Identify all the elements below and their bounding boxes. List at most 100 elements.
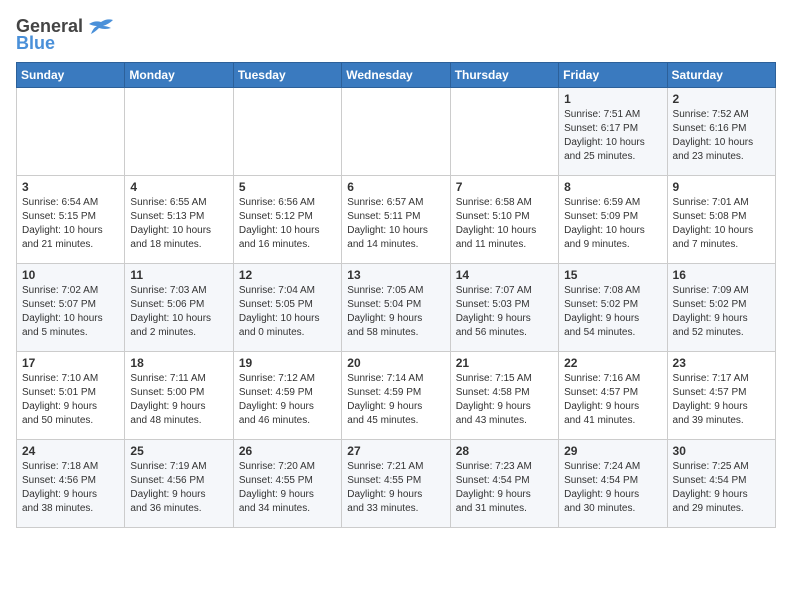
weekday-header: Wednesday bbox=[342, 63, 450, 88]
day-info: Sunrise: 7:05 AM Sunset: 5:04 PM Dayligh… bbox=[347, 284, 444, 340]
day-info: Sunrise: 7:24 AM Sunset: 4:54 PM Dayligh… bbox=[564, 460, 661, 516]
day-info: Sunrise: 7:07 AM Sunset: 5:03 PM Dayligh… bbox=[456, 284, 553, 340]
day-number: 4 bbox=[130, 180, 227, 194]
day-number: 19 bbox=[239, 356, 336, 370]
weekday-header: Monday bbox=[125, 63, 233, 88]
calendar-cell: 28 Sunrise: 7:23 AM Sunset: 4:54 PM Dayli… bbox=[450, 440, 558, 528]
calendar-cell: 24 Sunrise: 7:18 AM Sunset: 4:56 PM Dayli… bbox=[17, 440, 125, 528]
calendar-cell bbox=[342, 88, 450, 176]
day-number: 7 bbox=[456, 180, 553, 194]
calendar-cell: 23 Sunrise: 7:17 AM Sunset: 4:57 PM Dayli… bbox=[667, 352, 775, 440]
day-number: 16 bbox=[673, 268, 770, 282]
calendar-cell: 12 Sunrise: 7:04 AM Sunset: 5:05 PM Dayli… bbox=[233, 264, 341, 352]
calendar-cell: 13Sunrise: 7:05 AM Sunset: 5:04 PM Dayli… bbox=[342, 264, 450, 352]
day-number: 21 bbox=[456, 356, 553, 370]
day-number: 30 bbox=[673, 444, 770, 458]
day-info: Sunrise: 7:14 AM Sunset: 4:59 PM Dayligh… bbox=[347, 372, 444, 428]
calendar-cell: 17 Sunrise: 7:10 AM Sunset: 5:01 PM Dayli… bbox=[17, 352, 125, 440]
day-info: Sunrise: 7:09 AM Sunset: 5:02 PM Dayligh… bbox=[673, 284, 770, 340]
day-info: Sunrise: 7:08 AM Sunset: 5:02 PM Dayligh… bbox=[564, 284, 661, 340]
day-number: 29 bbox=[564, 444, 661, 458]
day-number: 10 bbox=[22, 268, 119, 282]
calendar-body: 1 Sunrise: 7:51 AM Sunset: 6:17 PM Daylig… bbox=[17, 88, 776, 528]
calendar-cell bbox=[450, 88, 558, 176]
day-number: 9 bbox=[673, 180, 770, 194]
calendar-cell: 26Sunrise: 7:20 AM Sunset: 4:55 PM Dayli… bbox=[233, 440, 341, 528]
day-number: 20 bbox=[347, 356, 444, 370]
day-info: Sunrise: 7:52 AM Sunset: 6:16 PM Dayligh… bbox=[673, 108, 770, 164]
day-info: Sunrise: 7:10 AM Sunset: 5:01 PM Dayligh… bbox=[22, 372, 119, 428]
calendar-header: SundayMondayTuesdayWednesdayThursdayFrid… bbox=[17, 63, 776, 88]
day-info: Sunrise: 7:04 AM Sunset: 5:05 PM Dayligh… bbox=[239, 284, 336, 340]
calendar-cell: 9 Sunrise: 7:01 AM Sunset: 5:08 PM Daylig… bbox=[667, 176, 775, 264]
header-row: SundayMondayTuesdayWednesdayThursdayFrid… bbox=[17, 63, 776, 88]
day-number: 27 bbox=[347, 444, 444, 458]
day-info: Sunrise: 7:02 AM Sunset: 5:07 PM Dayligh… bbox=[22, 284, 119, 340]
day-info: Sunrise: 6:55 AM Sunset: 5:13 PM Dayligh… bbox=[130, 196, 227, 252]
day-number: 17 bbox=[22, 356, 119, 370]
day-info: Sunrise: 7:16 AM Sunset: 4:57 PM Dayligh… bbox=[564, 372, 661, 428]
day-number: 15 bbox=[564, 268, 661, 282]
calendar-week-row: 3 Sunrise: 6:54 AM Sunset: 5:15 PM Daylig… bbox=[17, 176, 776, 264]
calendar-cell: 20 Sunrise: 7:14 AM Sunset: 4:59 PM Dayli… bbox=[342, 352, 450, 440]
calendar-cell: 4 Sunrise: 6:55 AM Sunset: 5:13 PM Daylig… bbox=[125, 176, 233, 264]
calendar-cell: 8 Sunrise: 6:59 AM Sunset: 5:09 PM Daylig… bbox=[559, 176, 667, 264]
day-info: Sunrise: 6:54 AM Sunset: 5:15 PM Dayligh… bbox=[22, 196, 119, 252]
calendar-cell: 29 Sunrise: 7:24 AM Sunset: 4:54 PM Dayli… bbox=[559, 440, 667, 528]
day-number: 18 bbox=[130, 356, 227, 370]
weekday-header: Saturday bbox=[667, 63, 775, 88]
day-info: Sunrise: 7:51 AM Sunset: 6:17 PM Dayligh… bbox=[564, 108, 661, 164]
day-info: Sunrise: 7:15 AM Sunset: 4:58 PM Dayligh… bbox=[456, 372, 553, 428]
calendar-cell: 18Sunrise: 7:11 AM Sunset: 5:00 PM Dayli… bbox=[125, 352, 233, 440]
calendar-cell: 11Sunrise: 7:03 AM Sunset: 5:06 PM Dayli… bbox=[125, 264, 233, 352]
day-info: Sunrise: 7:03 AM Sunset: 5:06 PM Dayligh… bbox=[130, 284, 227, 340]
calendar-cell: 5Sunrise: 6:56 AM Sunset: 5:12 PM Daylig… bbox=[233, 176, 341, 264]
calendar-cell: 2 Sunrise: 7:52 AM Sunset: 6:16 PM Daylig… bbox=[667, 88, 775, 176]
calendar-cell: 25 Sunrise: 7:19 AM Sunset: 4:56 PM Dayli… bbox=[125, 440, 233, 528]
day-number: 24 bbox=[22, 444, 119, 458]
day-number: 23 bbox=[673, 356, 770, 370]
weekday-header: Friday bbox=[559, 63, 667, 88]
day-info: Sunrise: 7:25 AM Sunset: 4:54 PM Dayligh… bbox=[673, 460, 770, 516]
day-number: 28 bbox=[456, 444, 553, 458]
logo: General Blue bbox=[16, 16, 115, 54]
calendar-cell: 3 Sunrise: 6:54 AM Sunset: 5:15 PM Daylig… bbox=[17, 176, 125, 264]
day-number: 22 bbox=[564, 356, 661, 370]
calendar-cell: 7Sunrise: 6:58 AM Sunset: 5:10 PM Daylig… bbox=[450, 176, 558, 264]
calendar-cell: 22 Sunrise: 7:16 AM Sunset: 4:57 PM Dayli… bbox=[559, 352, 667, 440]
weekday-header: Thursday bbox=[450, 63, 558, 88]
day-number: 3 bbox=[22, 180, 119, 194]
day-number: 6 bbox=[347, 180, 444, 194]
day-info: Sunrise: 7:17 AM Sunset: 4:57 PM Dayligh… bbox=[673, 372, 770, 428]
calendar-cell bbox=[125, 88, 233, 176]
day-number: 8 bbox=[564, 180, 661, 194]
day-number: 25 bbox=[130, 444, 227, 458]
calendar-cell: 1 Sunrise: 7:51 AM Sunset: 6:17 PM Daylig… bbox=[559, 88, 667, 176]
calendar-week-row: 1 Sunrise: 7:51 AM Sunset: 6:17 PM Daylig… bbox=[17, 88, 776, 176]
calendar-week-row: 17 Sunrise: 7:10 AM Sunset: 5:01 PM Dayli… bbox=[17, 352, 776, 440]
day-info: Sunrise: 7:21 AM Sunset: 4:55 PM Dayligh… bbox=[347, 460, 444, 516]
calendar-cell bbox=[233, 88, 341, 176]
day-info: Sunrise: 7:18 AM Sunset: 4:56 PM Dayligh… bbox=[22, 460, 119, 516]
calendar-table: SundayMondayTuesdayWednesdayThursdayFrid… bbox=[16, 62, 776, 528]
day-info: Sunrise: 6:56 AM Sunset: 5:12 PM Dayligh… bbox=[239, 196, 336, 252]
calendar-cell bbox=[17, 88, 125, 176]
day-number: 2 bbox=[673, 92, 770, 106]
day-info: Sunrise: 7:23 AM Sunset: 4:54 PM Dayligh… bbox=[456, 460, 553, 516]
day-number: 26 bbox=[239, 444, 336, 458]
day-number: 12 bbox=[239, 268, 336, 282]
day-info: Sunrise: 7:12 AM Sunset: 4:59 PM Dayligh… bbox=[239, 372, 336, 428]
calendar-cell: 21 Sunrise: 7:15 AM Sunset: 4:58 PM Dayli… bbox=[450, 352, 558, 440]
calendar-cell: 10 Sunrise: 7:02 AM Sunset: 5:07 PM Dayli… bbox=[17, 264, 125, 352]
day-info: Sunrise: 7:19 AM Sunset: 4:56 PM Dayligh… bbox=[130, 460, 227, 516]
day-info: Sunrise: 6:59 AM Sunset: 5:09 PM Dayligh… bbox=[564, 196, 661, 252]
day-info: Sunrise: 7:01 AM Sunset: 5:08 PM Dayligh… bbox=[673, 196, 770, 252]
header: General Blue bbox=[16, 16, 776, 54]
weekday-header: Tuesday bbox=[233, 63, 341, 88]
calendar-cell: 16 Sunrise: 7:09 AM Sunset: 5:02 PM Dayli… bbox=[667, 264, 775, 352]
day-info: Sunrise: 6:57 AM Sunset: 5:11 PM Dayligh… bbox=[347, 196, 444, 252]
day-number: 1 bbox=[564, 92, 661, 106]
calendar-week-row: 24 Sunrise: 7:18 AM Sunset: 4:56 PM Dayli… bbox=[17, 440, 776, 528]
logo-blue-text: Blue bbox=[16, 33, 55, 54]
calendar-week-row: 10 Sunrise: 7:02 AM Sunset: 5:07 PM Dayli… bbox=[17, 264, 776, 352]
